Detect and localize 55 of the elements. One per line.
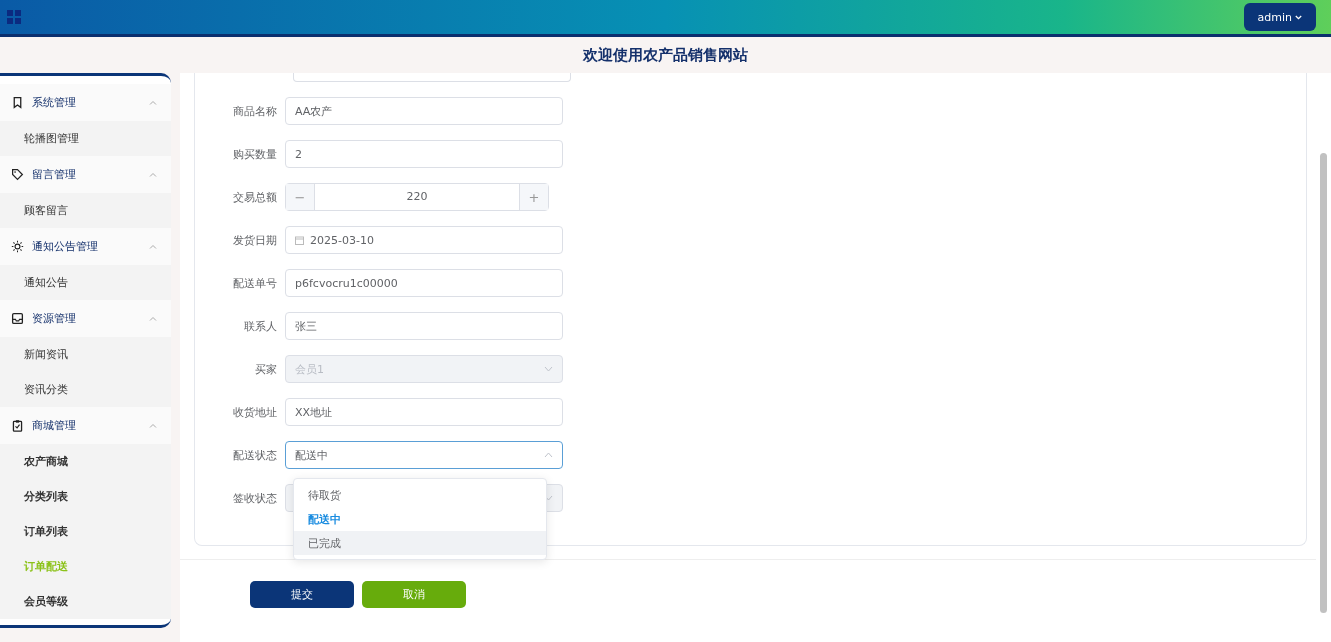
sidebar-item[interactable]: 分类列表 [0, 479, 171, 514]
input-field[interactable]: p6fcvocru1c00000 [285, 269, 563, 297]
sidebar-item[interactable]: 通知公告 [0, 265, 171, 300]
inbox-icon [11, 312, 24, 325]
field-label: 配送状态 [232, 447, 278, 463]
chevron-icon [544, 495, 553, 501]
input-field[interactable]: AA农产 [285, 97, 563, 125]
calendar-icon [295, 235, 304, 245]
submit-button[interactable]: 提交 [250, 581, 354, 608]
field-label: 购买数量 [232, 146, 278, 162]
chevron-icon [149, 316, 157, 321]
input-field[interactable]: XX地址 [285, 398, 563, 426]
dropdown-option[interactable]: 待取货 [294, 483, 546, 507]
sidebar-item[interactable]: 轮播图管理 [0, 121, 171, 156]
user-menu-button[interactable]: admin [1243, 3, 1316, 31]
input-field[interactable] [293, 73, 571, 82]
page-title: 欢迎使用农产品销售网站 [583, 45, 748, 65]
caret-icon [1295, 14, 1302, 20]
chevron-icon [149, 244, 157, 249]
field-label: 收货地址 [232, 404, 278, 420]
scrollbar-thumb[interactable] [1320, 153, 1327, 613]
date-field[interactable]: 2025-03-10 [285, 226, 563, 254]
tag-icon [11, 168, 24, 181]
sun-icon [11, 240, 24, 253]
dropdown-option[interactable]: 已完成 [294, 531, 546, 555]
sidebar-item[interactable]: 订单列表 [0, 514, 171, 549]
input-field[interactable]: 2 [285, 140, 563, 168]
sidebar-group[interactable]: 商城管理 [0, 407, 171, 444]
field-label: 签收状态 [232, 490, 278, 506]
chevron-icon [544, 452, 553, 458]
field-label: 配送单号 [232, 275, 278, 291]
sidebar-group[interactable]: 资源管理 [0, 300, 171, 337]
input-field[interactable]: 张三 [285, 312, 563, 340]
sidebar-group[interactable]: 通知公告管理 [0, 228, 171, 265]
chevron-icon [149, 100, 157, 105]
sidebar-item[interactable]: 新闻资讯 [0, 337, 171, 372]
chevron-icon [149, 423, 157, 428]
field-label: 交易总额 [232, 189, 278, 205]
sidebar-item[interactable]: 农产商城 [0, 444, 171, 479]
field-label: 买家 [254, 361, 278, 377]
clipboard-icon [11, 419, 24, 432]
dropdown-option[interactable]: 配送中 [294, 507, 546, 531]
chevron-icon [149, 172, 157, 177]
sidebar-item[interactable]: 资讯分类 [0, 372, 171, 407]
sidebar-item[interactable]: 顾客留言 [0, 193, 171, 228]
bookmark-icon [11, 96, 24, 109]
sidebar-group[interactable]: 留言管理 [0, 156, 171, 193]
select-field[interactable]: 配送中 [285, 441, 563, 469]
grid-icon[interactable] [7, 10, 21, 24]
field-label: 商品名称 [232, 103, 278, 119]
field-label: 联系人 [243, 318, 278, 334]
field-label: 发货日期 [232, 232, 278, 248]
chevron-icon [544, 366, 553, 372]
sidebar-group[interactable]: 系统管理 [0, 84, 171, 121]
sidebar-item[interactable]: 会员等级 [0, 584, 171, 619]
